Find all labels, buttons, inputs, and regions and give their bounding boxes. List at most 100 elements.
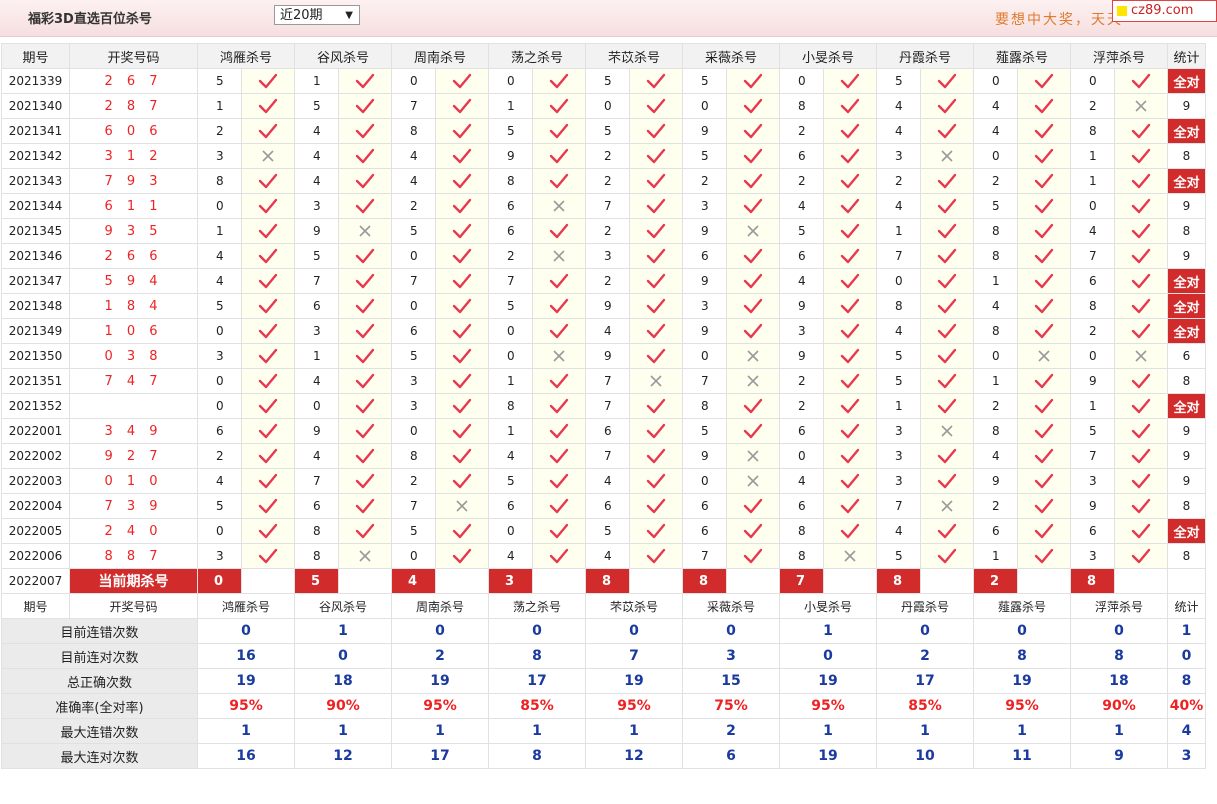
stats-value: 0: [391, 618, 489, 644]
check-icon: [920, 168, 974, 194]
kill-number-cell: 9: [779, 343, 824, 369]
stats-value: 19: [973, 668, 1071, 694]
kill-number-cell: 1: [973, 268, 1018, 294]
kill-number-cell: 0: [391, 68, 436, 94]
check-icon: [1114, 368, 1168, 394]
stats-value: 19: [391, 668, 489, 694]
kill-number-cell: 0: [197, 393, 242, 419]
kill-number-cell: 2: [585, 268, 630, 294]
check-icon: [920, 118, 974, 144]
cross-icon: [726, 343, 780, 369]
check-icon: [1114, 218, 1168, 244]
period-range-select[interactable]: 近20期 ▼: [274, 5, 360, 25]
check-icon: [920, 368, 974, 394]
kill-number-cell: 7: [682, 543, 727, 569]
period-cell: 2021341: [1, 118, 70, 144]
kill-number-cell: 4: [391, 168, 436, 194]
stats-value: 3: [682, 643, 780, 669]
kill-number-cell: 0: [197, 368, 242, 394]
check-icon: [1017, 193, 1071, 219]
check-icon: [338, 518, 392, 544]
check-icon: [241, 68, 295, 94]
stats-value: 85%: [876, 693, 974, 719]
kill-number-cell: 5: [488, 468, 533, 494]
kill-number-cell: 4: [876, 193, 921, 219]
stats-value: 2: [682, 718, 780, 744]
current-blank-cell: [1114, 568, 1168, 594]
stat-cell: 全对: [1167, 518, 1206, 544]
col-period-header: 期号: [1, 593, 70, 619]
kill-number-cell: 3: [585, 243, 630, 269]
kill-number-cell: 2: [779, 168, 824, 194]
stats-value: 1: [294, 718, 392, 744]
current-blank-cell: [241, 568, 295, 594]
kill-number-cell: 5: [682, 418, 727, 444]
kill-number-cell: 9: [779, 293, 824, 319]
kill-number-cell: 7: [682, 368, 727, 394]
check-icon: [629, 143, 683, 169]
kill-number-cell: 0: [197, 318, 242, 344]
site-logo[interactable]: cz89.com: [1112, 0, 1217, 22]
check-icon: [823, 493, 877, 519]
stats-value: 95%: [585, 693, 683, 719]
kill-number-cell: 0: [682, 93, 727, 119]
kill-number-cell: 6: [488, 193, 533, 219]
period-cell: 2021340: [1, 93, 70, 119]
table-row: 2021350 0 3 83 1 5 0 9 0 9 5 0 0 6: [1, 343, 1206, 369]
check-icon: [920, 293, 974, 319]
period-cell: 2022006: [1, 543, 70, 569]
check-icon: [241, 393, 295, 419]
stat-cell: 9: [1167, 468, 1206, 494]
stats-value: 2: [876, 643, 974, 669]
check-icon: [241, 443, 295, 469]
col-draw-header: 开奖号码: [69, 43, 198, 69]
kill-number-cell: 6: [488, 218, 533, 244]
check-icon: [532, 168, 586, 194]
check-icon: [726, 118, 780, 144]
kill-number-cell: 2: [585, 143, 630, 169]
col-expert-header: 小旻杀号: [779, 43, 877, 69]
kill-number-cell: 1: [197, 218, 242, 244]
table-row: 2021352 0 0 3 8 7 8 2 1 2 1 全对: [1, 393, 1206, 419]
check-icon: [629, 268, 683, 294]
stat-cell: 8: [1167, 368, 1206, 394]
check-icon: [241, 543, 295, 569]
current-kill-number: 3: [488, 568, 533, 594]
cross-icon: [726, 468, 780, 494]
kill-number-cell: 5: [294, 243, 339, 269]
kill-number-cell: 1: [488, 418, 533, 444]
period-cell: 2021348: [1, 293, 70, 319]
stats-value: 19: [779, 668, 877, 694]
kill-number-cell: 0: [585, 93, 630, 119]
stats-row: 最大连对次数 16 12 17 8 12 6 19 10 11 9 3: [1, 743, 1206, 769]
check-icon: [726, 493, 780, 519]
check-icon: [920, 468, 974, 494]
current-blank-cell: [920, 568, 974, 594]
stats-label: 最大连错次数: [1, 718, 198, 744]
check-icon: [338, 268, 392, 294]
stats-value: 90%: [294, 693, 392, 719]
column-header-row: 期号 开奖号码 鸿雁杀号 谷风杀号 周南杀号 荡之杀号 芣苡杀号 采薇杀号 小旻杀号 丹霞杀号 薤露…: [1, 593, 1206, 619]
stats-value: 16: [197, 743, 295, 769]
kill-number-cell: 3: [197, 143, 242, 169]
kill-number-cell: 7: [391, 93, 436, 119]
check-icon: [629, 168, 683, 194]
kill-number-cell: 2: [779, 368, 824, 394]
kill-number-cell: 8: [973, 318, 1018, 344]
check-icon: [920, 343, 974, 369]
check-icon: [532, 293, 586, 319]
check-icon: [1017, 493, 1071, 519]
col-period-header: 期号: [1, 43, 70, 69]
table-row: 2022003 0 1 047254043939: [1, 468, 1206, 494]
current-blank-cell: [823, 568, 877, 594]
check-icon: [1017, 143, 1071, 169]
kill-number-cell: 4: [779, 193, 824, 219]
kill-number-cell: 6: [294, 493, 339, 519]
kill-number-cell: 8: [779, 543, 824, 569]
kill-number-cell: 6: [1070, 518, 1115, 544]
check-icon: [241, 293, 295, 319]
kill-number-cell: 4: [294, 118, 339, 144]
stats-value: 0: [488, 618, 586, 644]
kill-number-cell: 4: [876, 93, 921, 119]
check-icon: [823, 418, 877, 444]
